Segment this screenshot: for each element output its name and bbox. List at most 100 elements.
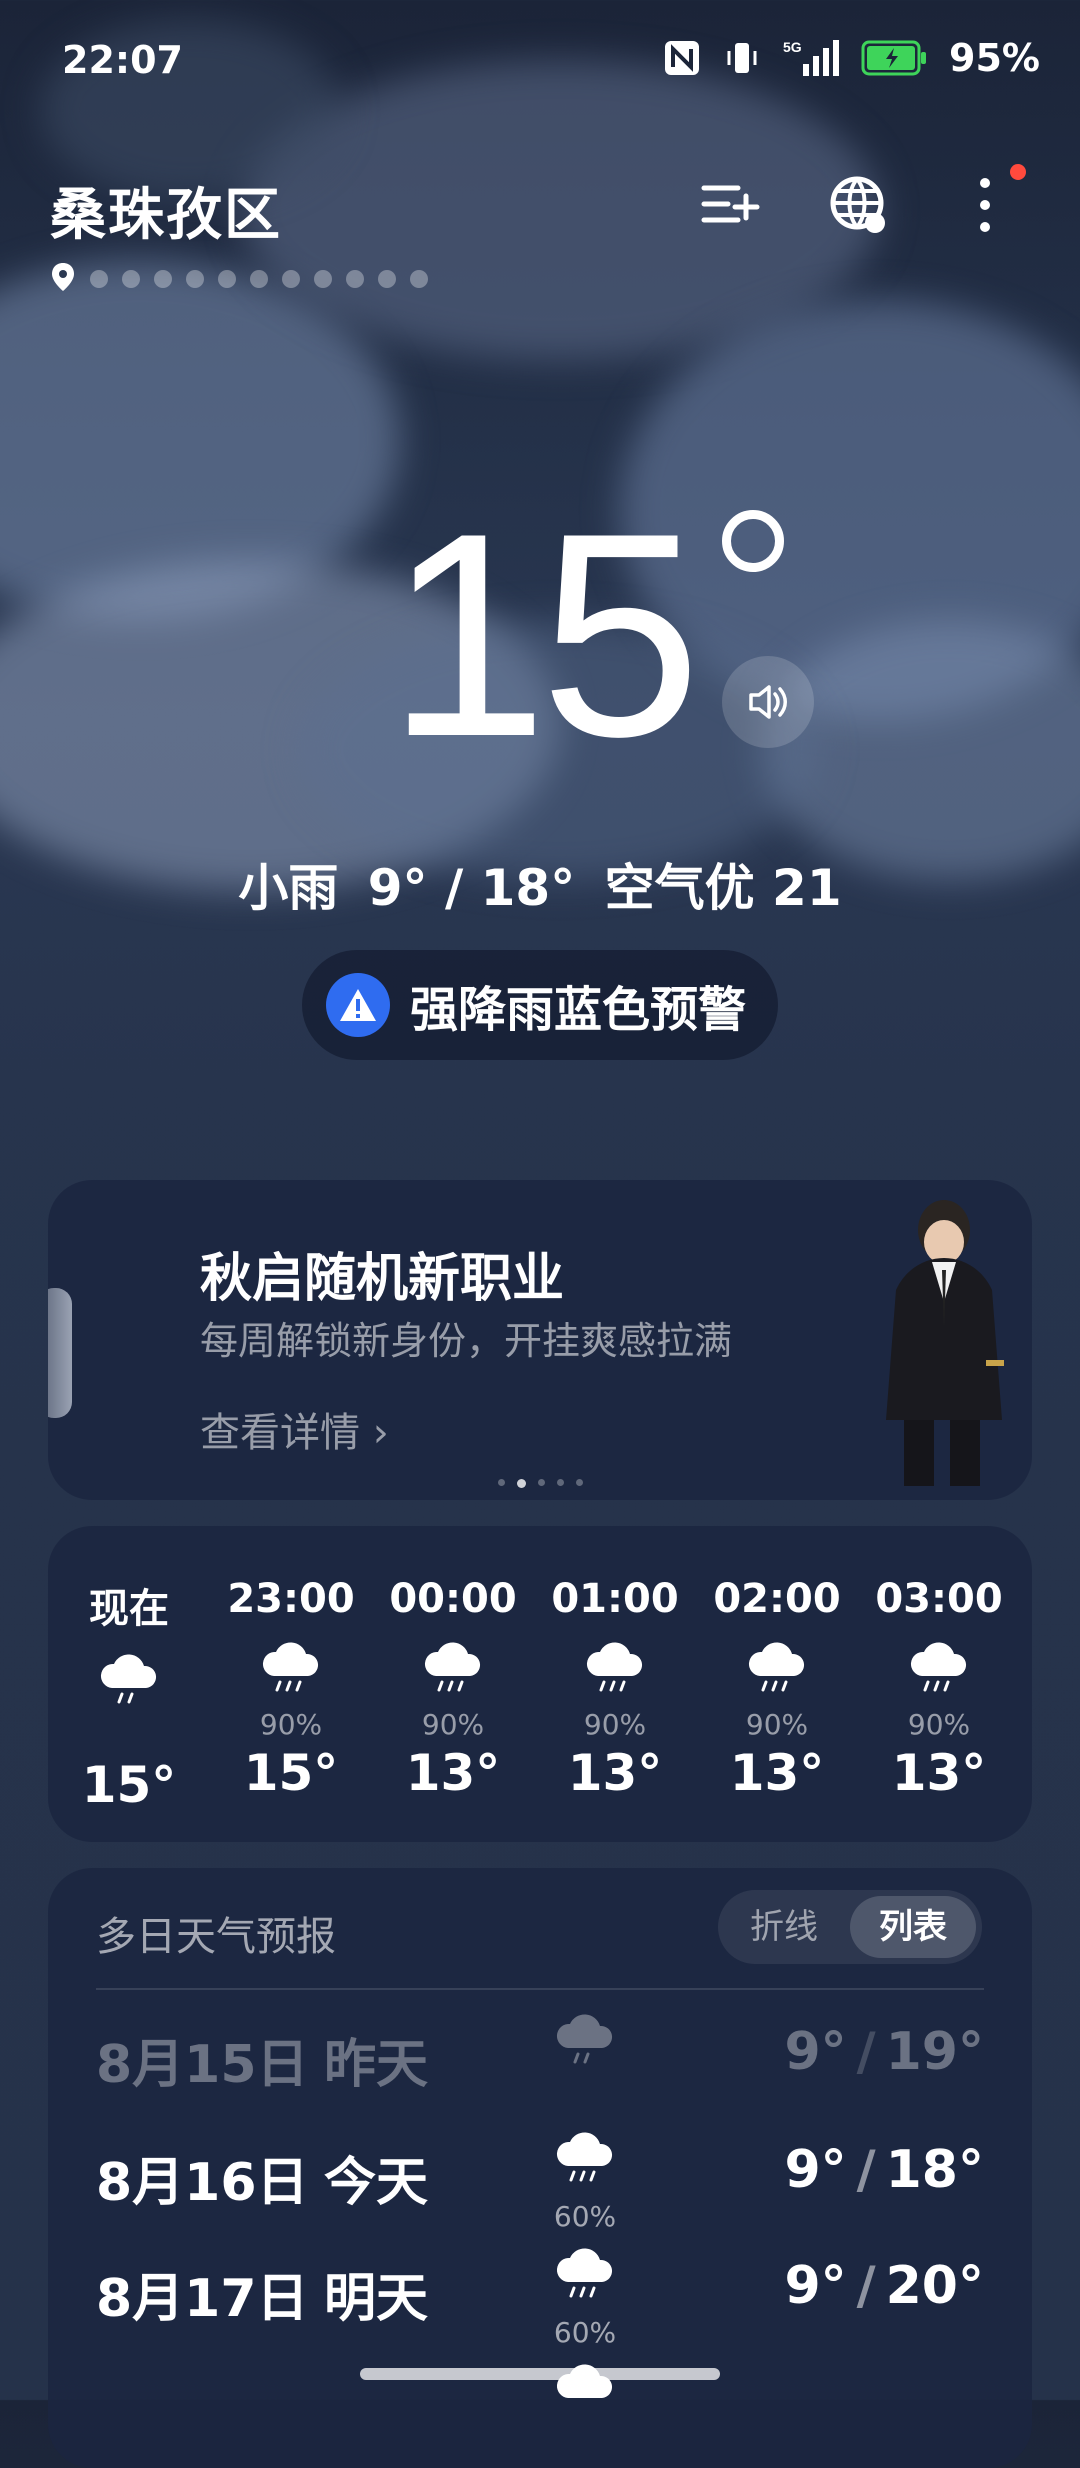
page-indicator <box>50 262 428 296</box>
page-dot <box>122 270 140 288</box>
voice-broadcast-button[interactable] <box>722 656 814 748</box>
toggle-list[interactable]: 列表 <box>850 1896 976 1958</box>
hourly-forecast[interactable]: 现在 15° 23:00 90% 15° 00:00 90% 13° 01:00… <box>48 1526 1032 1842</box>
rain-icon <box>372 1640 534 1706</box>
day-date: 8月16日 <box>96 2153 309 2213</box>
day-temp-range: 9°/18° <box>784 2140 984 2200</box>
battery-icon <box>861 40 927 76</box>
globe-button[interactable] <box>824 170 894 240</box>
carousel-dot <box>575 1479 583 1486</box>
promo-banner[interactable]: 秋启随机新职业 每周解锁新身份，开挂爽感拉满 查看详情 › <box>48 1180 1032 1500</box>
hour-temp: 15° <box>81 1756 177 1814</box>
alert-text: 强降雨蓝色预警 <box>410 982 747 1038</box>
hour-precip: 90% <box>421 1708 485 1741</box>
promo-title: 秋启随机新职业 <box>200 1249 565 1309</box>
chevron-right-icon: › <box>372 1410 389 1456</box>
page-dot <box>250 270 268 288</box>
condition-text: 小雨 <box>238 859 339 917</box>
hour-temp: 13° <box>729 1744 825 1802</box>
location-header: 桑珠孜区 <box>0 150 1080 300</box>
hour-item: 23:00 90% 15° <box>210 1576 372 1802</box>
day-date: 8月15日 <box>96 2035 309 2095</box>
day-high: 18° <box>885 2140 984 2200</box>
battery-percent: 95% <box>949 36 1040 80</box>
day-high: 19° <box>885 2022 984 2082</box>
rain-icon <box>550 2130 620 2196</box>
more-menu-button[interactable] <box>950 164 1026 240</box>
hour-item: 03:00 90% 13° <box>858 1576 1020 1802</box>
home-indicator[interactable] <box>360 2368 720 2380</box>
page-dot <box>154 270 172 288</box>
day-low: 9° <box>784 2256 847 2316</box>
rain-icon <box>858 1640 1020 1706</box>
day-high: 20° <box>885 2256 984 2316</box>
hour-temp: 13° <box>405 1744 501 1802</box>
hour-item: 现在 15° <box>48 1576 210 1814</box>
nfc-icon <box>663 39 701 77</box>
page-dot <box>346 270 364 288</box>
promo-prev-edge <box>48 1288 72 1418</box>
hour-item: 01:00 90% 13° <box>534 1576 696 1802</box>
weather-alert-button[interactable]: 强降雨蓝色预警 <box>302 950 778 1060</box>
page-dot <box>218 270 236 288</box>
daily-row[interactable]: 8月15日 昨天 9°/19° <box>96 2012 984 2122</box>
vibrate-icon <box>723 39 761 77</box>
hour-item: 00:00 90% 13° <box>372 1576 534 1802</box>
rain-icon <box>696 1640 858 1706</box>
toggle-line-chart[interactable]: 折线 <box>718 1890 850 1964</box>
notification-dot <box>1010 164 1026 180</box>
carousel-dot-active <box>516 1479 526 1488</box>
weather-summary: 小雨 9° / 18° 空气优 21 <box>0 848 1080 920</box>
add-list-icon <box>701 185 760 223</box>
status-time: 22:07 <box>62 38 183 82</box>
day-precip: 60% <box>553 2316 617 2349</box>
promo-details-link[interactable]: 查看详情 › <box>200 1400 389 1458</box>
view-toggle[interactable]: 折线 列表 <box>718 1890 982 1964</box>
hour-time: 03:00 <box>875 1576 1003 1622</box>
air-quality[interactable]: 空气优 21 <box>605 859 842 917</box>
signal-icon: 5G <box>783 38 840 78</box>
page-dot <box>90 270 108 288</box>
speaker-icon <box>749 685 787 719</box>
daily-row[interactable]: 8月16日 今天 60% 9°/18° <box>96 2130 984 2240</box>
hour-time: 02:00 <box>713 1576 841 1622</box>
daily-row[interactable]: 8月17日 明天 60% 9°/20° <box>96 2246 984 2356</box>
hour-item: 02:00 90% 13° <box>696 1576 858 1802</box>
more-vertical-icon <box>980 178 990 232</box>
carousel-dot <box>537 1479 545 1486</box>
page-dot <box>410 270 428 288</box>
rain-icon <box>534 1640 696 1706</box>
divider <box>96 1988 984 1990</box>
promo-link-label: 查看详情 <box>200 1410 360 1456</box>
hour-precip: 90% <box>907 1708 971 1741</box>
warning-icon <box>326 973 390 1037</box>
carousel-dot <box>497 1479 505 1486</box>
hour-temp: 13° <box>891 1744 987 1802</box>
hour-time: 00:00 <box>389 1576 517 1622</box>
globe-icon <box>830 176 885 233</box>
hour-temp: 15° <box>243 1744 339 1802</box>
day-precip: 60% <box>553 2200 617 2233</box>
status-bar: 22:07 5G 95% <box>0 0 1080 120</box>
day-date: 8月17日 <box>96 2269 309 2329</box>
light-rain-icon <box>48 1652 210 1718</box>
rain-icon <box>210 1640 372 1706</box>
current-temperature: 15 <box>0 490 1080 780</box>
daily-title: 多日天气预报 <box>96 1914 336 1960</box>
day-name: 昨天 <box>324 2035 429 2095</box>
hour-time: 现在 <box>89 1586 169 1632</box>
day-low: 9° <box>784 2022 847 2082</box>
temperature-value: 15 <box>386 473 702 797</box>
svg-text:5G: 5G <box>783 39 802 55</box>
hour-precip <box>48 1720 210 1752</box>
hour-time: 01:00 <box>551 1576 679 1622</box>
carousel-dot <box>556 1479 564 1486</box>
location-pin-icon <box>50 262 76 296</box>
character-illustration <box>886 1200 1004 1486</box>
add-city-button[interactable] <box>696 170 766 240</box>
carousel-indicator <box>48 1479 1032 1488</box>
hour-temp: 13° <box>567 1744 663 1802</box>
location-name[interactable]: 桑珠孜区 <box>50 170 282 251</box>
hour-precip: 90% <box>583 1708 647 1741</box>
page-dot <box>282 270 300 288</box>
